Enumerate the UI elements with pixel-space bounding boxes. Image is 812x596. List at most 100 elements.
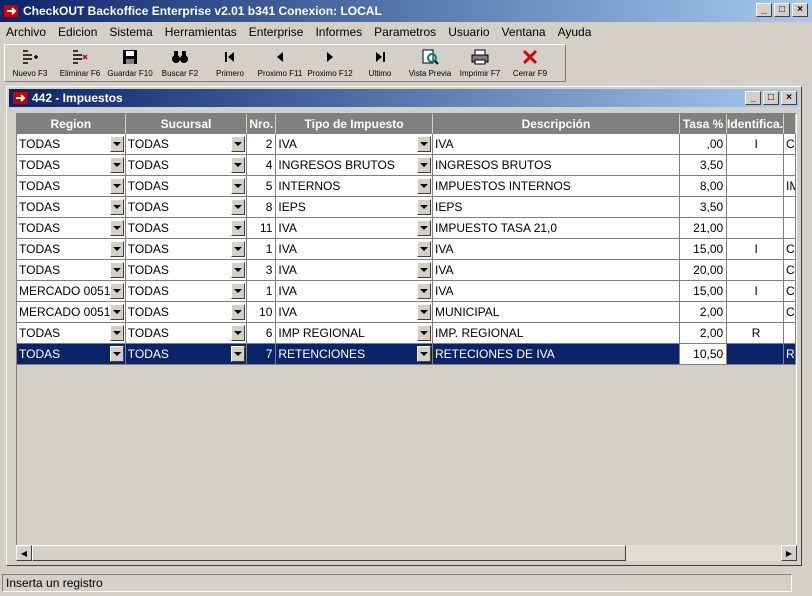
scroll-thumb[interactable] — [32, 545, 626, 561]
sucursal-cell[interactable]: TODAS — [125, 323, 248, 344]
tasa-cell[interactable]: 15,00 — [680, 239, 728, 260]
col-nro[interactable]: Nro. — [247, 114, 277, 134]
table-row[interactable]: TODAS TODAS 2 IVA IVA ,00 I C — [17, 134, 796, 155]
dropdown-arrow-icon[interactable] — [231, 346, 246, 362]
minimize-button[interactable]: _ — [756, 3, 772, 17]
sucursal-cell[interactable]: TODAS — [125, 197, 248, 218]
table-row[interactable]: MERCADO 0051 TODAS 1 IVA IVA 15,00 I C — [17, 281, 796, 302]
dropdown-arrow-icon[interactable] — [231, 178, 246, 194]
nro-cell[interactable]: 11 — [247, 218, 277, 239]
nro-cell[interactable]: 10 — [247, 302, 277, 323]
region-cell[interactable]: TODAS — [17, 176, 126, 197]
dropdown-arrow-icon[interactable] — [231, 262, 246, 278]
identifica-cell[interactable]: I — [727, 281, 785, 302]
menu-parametros[interactable]: Parametros — [368, 25, 442, 39]
extra-cell[interactable] — [784, 197, 796, 218]
dropdown-arrow-icon[interactable] — [109, 220, 124, 236]
menu-edicion[interactable]: Edicion — [52, 25, 103, 39]
tipo-cell[interactable]: IVA — [276, 239, 433, 260]
descripcion-cell[interactable]: IEPS — [433, 197, 681, 218]
descripcion-cell[interactable]: IVA — [433, 281, 681, 302]
tipo-cell[interactable]: IVA — [276, 218, 433, 239]
identifica-cell[interactable]: R — [727, 323, 785, 344]
tipo-cell[interactable]: IMP REGIONAL — [276, 323, 433, 344]
col-sucursal[interactable]: Sucursal — [125, 114, 248, 134]
tipo-cell[interactable]: IVA — [276, 281, 433, 302]
region-cell[interactable]: TODAS — [17, 197, 126, 218]
search-button[interactable]: Buscar F2 — [155, 45, 205, 81]
table-row[interactable]: TODAS TODAS 5 INTERNOS IMPUESTOS INTERNOS 8,0… — [17, 176, 796, 197]
sucursal-cell[interactable]: TODAS — [125, 344, 248, 365]
sucursal-cell[interactable]: TODAS — [125, 155, 248, 176]
dropdown-arrow-icon[interactable] — [109, 262, 124, 278]
sucursal-cell[interactable]: TODAS — [125, 218, 248, 239]
nro-cell[interactable]: 6 — [247, 323, 277, 344]
table-row[interactable]: MERCADO 0051 TODAS 10 IVA MUNICIPAL 2,00 C — [17, 302, 796, 323]
descripcion-cell[interactable]: MUNICIPAL — [433, 302, 681, 323]
dropdown-arrow-icon[interactable] — [109, 157, 124, 173]
table-row[interactable]: TODAS TODAS 1 IVA IVA 15,00 I C — [17, 239, 796, 260]
sucursal-cell[interactable]: TODAS — [125, 176, 248, 197]
dropdown-arrow-icon[interactable] — [417, 304, 431, 320]
region-cell[interactable]: TODAS — [17, 323, 126, 344]
identifica-cell[interactable] — [727, 218, 785, 239]
dropdown-arrow-icon[interactable] — [417, 283, 431, 299]
dropdown-arrow-icon[interactable] — [109, 346, 124, 362]
tasa-cell[interactable]: 2,00 — [680, 302, 728, 323]
menu-sistema[interactable]: Sistema — [103, 25, 158, 39]
menu-enterprise[interactable]: Enterprise — [243, 25, 310, 39]
descripcion-cell[interactable]: IMP. REGIONAL — [433, 323, 681, 344]
menu-usuario[interactable]: Usuario — [442, 25, 495, 39]
descripcion-cell[interactable]: IVA — [433, 239, 681, 260]
extra-cell[interactable]: C — [784, 239, 796, 260]
delete-button[interactable]: Eliminar F6 — [55, 45, 105, 81]
region-cell[interactable]: TODAS — [17, 155, 126, 176]
close-button[interactable]: × — [792, 3, 808, 17]
dropdown-arrow-icon[interactable] — [417, 136, 431, 152]
col-extra[interactable] — [784, 114, 796, 134]
identifica-cell[interactable] — [727, 302, 785, 323]
extra-cell[interactable] — [784, 323, 796, 344]
tasa-cell[interactable]: 21,00 — [680, 218, 728, 239]
horizontal-scrollbar[interactable]: ◀ ▶ — [16, 545, 797, 561]
tasa-cell[interactable]: 2,00 — [680, 323, 728, 344]
next-button[interactable]: Proximo F12 — [305, 45, 355, 81]
descripcion-cell[interactable]: IVA — [433, 134, 681, 155]
table-row[interactable]: TODAS TODAS 11 IVA IMPUESTO TASA 21,0 21,00 — [17, 218, 796, 239]
dropdown-arrow-icon[interactable] — [231, 241, 246, 257]
dropdown-arrow-icon[interactable] — [109, 283, 124, 299]
region-cell[interactable]: TODAS — [17, 134, 126, 155]
nro-cell[interactable]: 5 — [247, 176, 277, 197]
dropdown-arrow-icon[interactable] — [231, 199, 246, 215]
nro-cell[interactable]: 3 — [247, 260, 277, 281]
tipo-cell[interactable]: RETENCIONES — [276, 344, 433, 365]
nro-cell[interactable]: 4 — [247, 155, 277, 176]
dropdown-arrow-icon[interactable] — [417, 220, 431, 236]
sucursal-cell[interactable]: TODAS — [125, 281, 248, 302]
prev-button[interactable]: Proximo F11 — [255, 45, 305, 81]
region-cell[interactable]: MERCADO 0051 — [17, 302, 126, 323]
extra-cell[interactable]: C — [784, 134, 796, 155]
descripcion-cell[interactable]: INGRESOS BRUTOS — [433, 155, 681, 176]
tipo-cell[interactable]: INGRESOS BRUTOS — [276, 155, 433, 176]
region-cell[interactable]: TODAS — [17, 239, 126, 260]
close-window-button[interactable]: Cerrar F9 — [505, 45, 555, 81]
descripcion-cell[interactable]: IMPUESTOS INTERNOS — [433, 176, 681, 197]
menu-herramientas[interactable]: Herramientas — [159, 25, 243, 39]
col-tasa[interactable]: Tasa % — [680, 114, 728, 134]
identifica-cell[interactable] — [727, 197, 785, 218]
nro-cell[interactable]: 8 — [247, 197, 277, 218]
dropdown-arrow-icon[interactable] — [231, 283, 246, 299]
dropdown-arrow-icon[interactable] — [417, 157, 431, 173]
menu-ventana[interactable]: Ventana — [496, 25, 552, 39]
dropdown-arrow-icon[interactable] — [417, 199, 431, 215]
nro-cell[interactable]: 2 — [247, 134, 277, 155]
col-identifica[interactable]: Identifica. — [727, 114, 785, 134]
dropdown-arrow-icon[interactable] — [417, 241, 431, 257]
tasa-cell[interactable]: 10,50 — [680, 344, 728, 365]
col-tipo[interactable]: Tipo de Impuesto — [276, 114, 433, 134]
sucursal-cell[interactable]: TODAS — [125, 239, 248, 260]
extra-cell[interactable]: C — [784, 281, 796, 302]
region-cell[interactable]: TODAS — [17, 344, 126, 365]
menu-ayuda[interactable]: Ayuda — [552, 25, 598, 39]
